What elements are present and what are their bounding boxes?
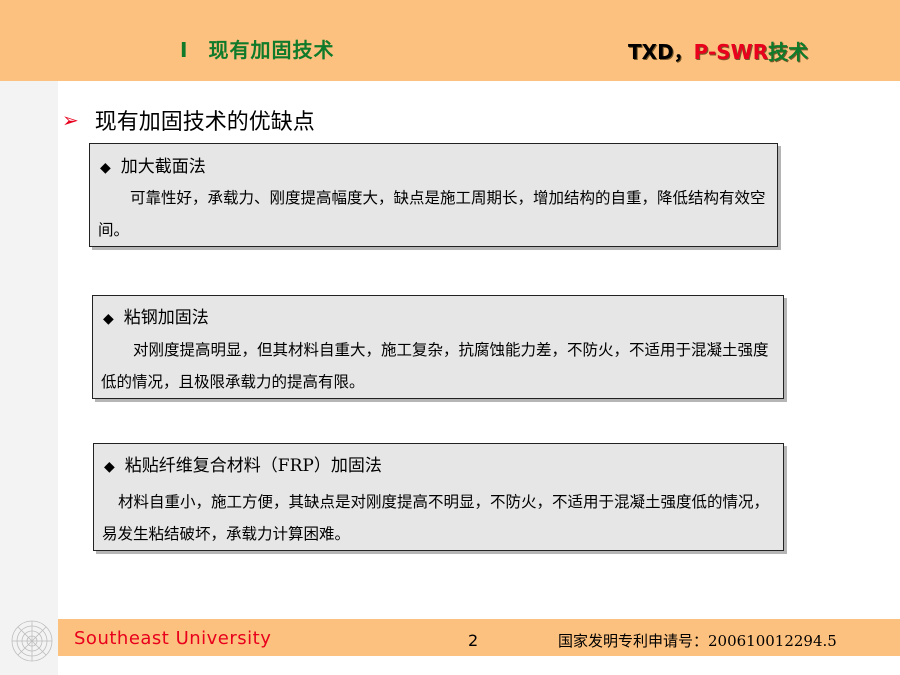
arrow-right-icon: ➢: [62, 108, 79, 132]
method-title-text: 加大截面法: [120, 157, 206, 177]
brand-title: TXD，P-SWR技术: [628, 36, 808, 65]
brand-separator: ，: [673, 40, 694, 64]
section-title-text: 现有加固技术: [208, 38, 335, 62]
left-margin-strip: [0, 81, 58, 675]
content-heading-text: 现有加固技术的优缺点: [94, 110, 315, 135]
method-description: 材料自重小，施工方便，其缺点是对刚度提高不明显，不防火，不适用于混凝土强度低的情…: [102, 486, 782, 550]
diamond-icon: ◆: [100, 160, 111, 176]
method-title-text: 粘贴纤维复合材料（FRP）加固法: [124, 456, 382, 476]
method-description-text: 可靠性好，承载力、刚度提高幅度大，缺点是施工周期长，增加结构的自重，降低结构有效…: [98, 189, 766, 239]
method-box-frp: ◆ 粘贴纤维复合材料（FRP）加固法 材料自重小，施工方便，其缺点是对刚度提高不明…: [93, 443, 784, 551]
section-number: I: [180, 38, 189, 62]
diamond-icon: ◆: [103, 311, 114, 327]
footer-patent-number: 国家发明专利申请号：200610012294.5: [558, 632, 837, 650]
brand-txd: TXD: [628, 40, 674, 64]
method-title-text: 粘钢加固法: [123, 308, 209, 328]
diamond-icon: ◆: [104, 459, 115, 475]
method-box-enlarge-section: ◆ 加大截面法 可靠性好，承载力、刚度提高幅度大，缺点是施工周期长，增加结构的自重…: [89, 143, 778, 247]
method-description: 对刚度提高明显，但其材料自重大，施工复杂，抗腐蚀能力差，不防火，不适用于混凝土强…: [101, 334, 781, 398]
content-heading: ➢ 现有加固技术的优缺点: [62, 104, 315, 136]
method-title: ◆ 粘贴纤维复合材料（FRP）加固法: [104, 451, 382, 476]
method-box-bonded-steel: ◆ 粘钢加固法 对刚度提高明显，但其材料自重大，施工复杂，抗腐蚀能力差，不防火，不…: [92, 295, 784, 399]
footer-university: Southeast University: [74, 628, 272, 649]
slide-footer: Southeast University 2 国家发明专利申请号：2006100…: [58, 619, 900, 656]
method-description-text: 对刚度提高明显，但其材料自重大，施工复杂，抗腐蚀能力差，不防火，不适用于混凝土强…: [101, 341, 769, 391]
section-title: I 现有加固技术: [180, 34, 334, 63]
method-description-text: 材料自重小，施工方便，其缺点是对刚度提高不明显，不防火，不适用于混凝土强度低的情…: [102, 493, 770, 543]
page-number: 2: [468, 631, 479, 650]
method-description: 可靠性好，承载力、刚度提高幅度大，缺点是施工周期长，增加结构的自重，降低结构有效…: [98, 182, 774, 246]
brand-pswr: P-SWR: [693, 40, 769, 64]
university-logo-icon: [10, 619, 54, 663]
method-title: ◆ 加大截面法: [100, 152, 206, 177]
method-title: ◆ 粘钢加固法: [103, 303, 209, 328]
slide-header: I 现有加固技术 TXD，P-SWR技术: [0, 0, 900, 81]
brand-tech: 技术: [768, 40, 809, 64]
